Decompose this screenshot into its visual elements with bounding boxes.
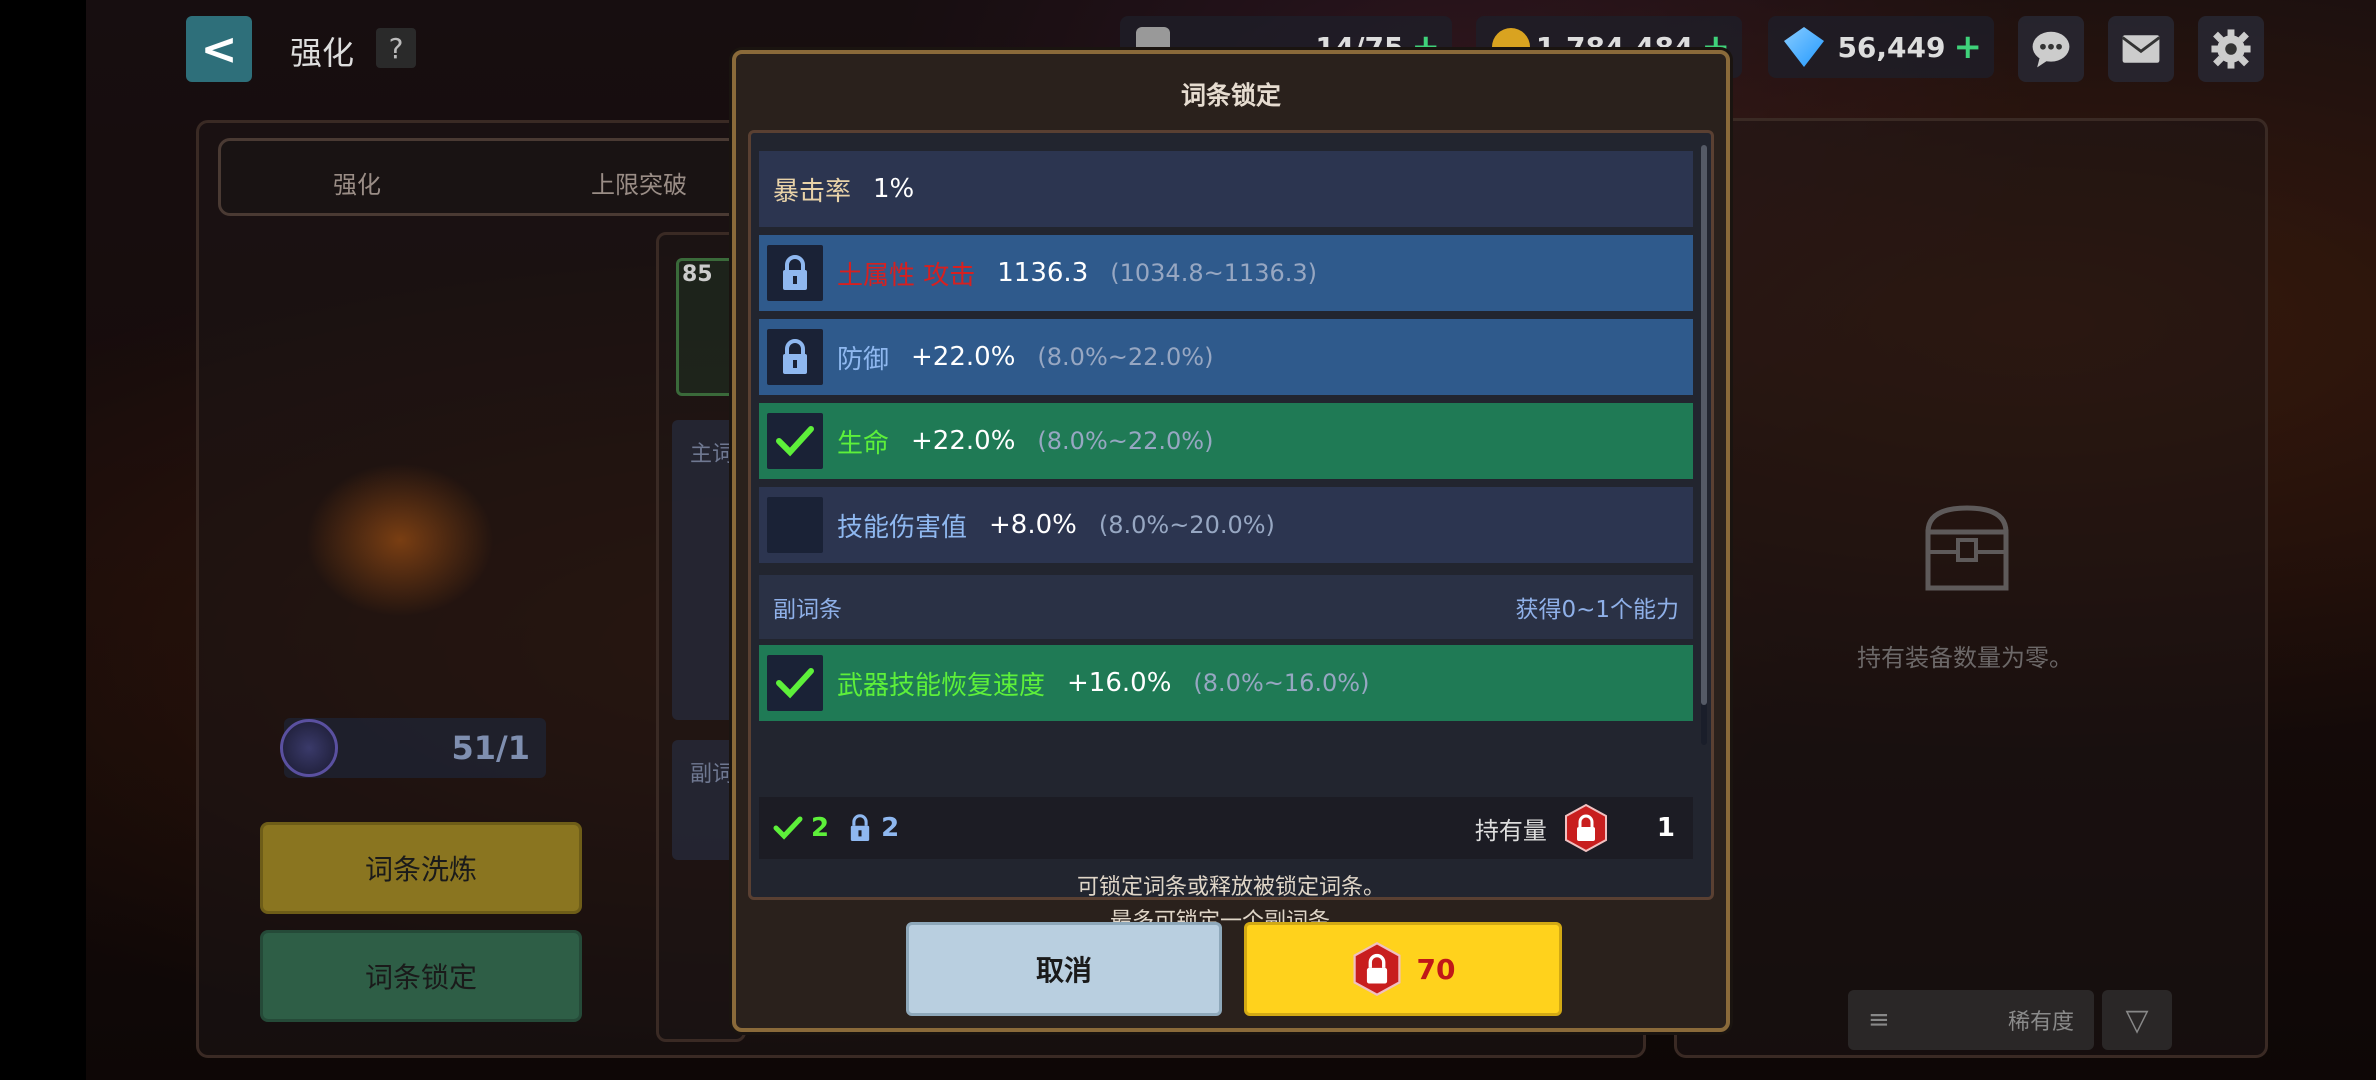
owned-label: 持有量 [1474, 816, 1547, 845]
owned-quantity: 1 [1656, 813, 1675, 843]
sub-option-row[interactable]: 武器技能恢复速度 +16.0% (8.0%~16.0%) [759, 645, 1693, 721]
option-row[interactable]: 生命 +22.0% (8.0%~22.0%) [759, 403, 1693, 479]
option-range: (1034.8~1136.3) [1110, 259, 1318, 287]
option-value: 1% [873, 174, 915, 204]
back-arrow-icon: < [200, 23, 238, 75]
lock-icon [783, 255, 807, 290]
help-button[interactable]: ? [376, 28, 416, 68]
add-gem-icon[interactable]: + [1954, 27, 1983, 67]
lock-status-bar: 2 2 持有量 1 [759, 797, 1693, 859]
lock-options-modal: 词条锁定 暴击率 1% 土属性 攻击 1136.3 (1034.8~1136.3… [732, 50, 1730, 1032]
option-name: 土属性 攻击 [837, 260, 976, 291]
option-name: 暴击率 [773, 176, 852, 207]
gem-value: 56,449 [1837, 30, 1946, 64]
lock-toggle[interactable] [767, 497, 823, 553]
mail-icon [2121, 35, 2161, 63]
sub-options-header: 副词条 获得0~1个能力 [759, 575, 1693, 639]
back-button[interactable]: < [186, 16, 252, 82]
option-value: +22.0% [911, 426, 1016, 456]
note-line: 可锁定词条或释放被锁定词条。 [1076, 875, 1385, 900]
lock-token-icon [1352, 941, 1401, 997]
hero-sprite [290, 450, 510, 630]
lock-toggle[interactable] [767, 655, 823, 711]
mail-button[interactable] [2108, 16, 2174, 82]
tab-bar: 强化 上限突破 [218, 138, 778, 216]
option-row[interactable]: 技能伤害值 +8.0% (8.0%~20.0%) [759, 487, 1693, 563]
sort-label: 稀有度 [2007, 1010, 2074, 1035]
option-row: 暴击率 1% [759, 151, 1693, 227]
option-name: 防御 [837, 344, 890, 375]
option-range: (8.0%~22.0%) [1037, 427, 1214, 455]
confirm-lock-button[interactable]: 70 [1244, 922, 1562, 1016]
filter-icon: ▽ [2125, 1002, 2149, 1038]
cost-value: 70 [1416, 952, 1456, 986]
tab-limit-break[interactable]: 上限突破 [591, 165, 687, 200]
settings-button[interactable] [2198, 16, 2264, 82]
locked-count: 2 [881, 813, 900, 843]
lock-toggle[interactable] [767, 413, 823, 469]
option-value: +16.0% [1067, 668, 1172, 698]
hammer-icon [280, 719, 338, 777]
checkmark-icon [776, 426, 814, 457]
help-notes: 可锁定词条或释放被锁定词条。 最多可锁定一个副词条。 [751, 871, 1711, 939]
lock-icon [783, 339, 807, 374]
checkmark-icon [773, 816, 803, 840]
option-range: (8.0%~20.0%) [1098, 511, 1275, 539]
main-option-label: 主词 [690, 442, 735, 467]
option-range: (8.0%~22.0%) [1037, 343, 1214, 371]
option-name: 武器技能恢复速度 [837, 670, 1046, 701]
options-container: 暴击率 1% 土属性 攻击 1136.3 (1034.8~1136.3) 防御 … [748, 130, 1714, 934]
option-value: 1136.3 [997, 258, 1089, 288]
option-row[interactable]: 土属性 攻击 1136.3 (1034.8~1136.3) [759, 235, 1693, 311]
sort-dropdown[interactable]: ≡ 稀有度 [1848, 990, 2094, 1050]
cancel-button[interactable]: 取消 [906, 922, 1222, 1016]
gem-icon [1784, 27, 1824, 67]
option-value: +8.0% [989, 510, 1077, 540]
option-row[interactable]: 防御 +22.0% (8.0%~22.0%) [759, 319, 1693, 395]
chest-icon [1925, 505, 2009, 591]
level-indicator: 51/1 [280, 718, 546, 778]
checked-count: 2 [811, 813, 830, 843]
lock-options-button[interactable]: 词条锁定 [260, 930, 582, 1022]
option-name: 生命 [837, 428, 890, 459]
filter-button[interactable]: ▽ [2102, 990, 2172, 1050]
empty-inventory-text: 持有装备数量为零。 [1857, 644, 2073, 672]
lock-toggle[interactable] [767, 329, 823, 385]
gear-icon [2211, 29, 2251, 69]
item-level: 85 [682, 262, 713, 287]
sub-options-info: 获得0~1个能力 [1515, 597, 1679, 623]
modal-title: 词条锁定 [1180, 81, 1281, 110]
option-range: (8.0%~16.0%) [1193, 669, 1370, 697]
lock-token-icon [1564, 803, 1607, 853]
chat-button[interactable] [2018, 16, 2084, 82]
sub-options-label: 副词条 [773, 597, 842, 623]
option-name: 技能伤害值 [837, 512, 968, 543]
sub-option-label: 副词 [690, 762, 735, 787]
checkmark-icon [776, 668, 814, 699]
tab-enhance[interactable]: 强化 [333, 165, 381, 200]
chat-bubble-icon [2032, 31, 2070, 68]
note-line: 最多可锁定一个副词条。 [1109, 909, 1352, 934]
lock-toggle[interactable] [767, 245, 823, 301]
lock-icon [850, 814, 870, 841]
gem-counter[interactable]: 56,449 + [1768, 16, 1994, 78]
scrollbar-thumb[interactable] [1701, 145, 1707, 705]
level-value: 51/1 [451, 729, 530, 767]
reforge-button[interactable]: 词条洗炼 [260, 822, 582, 914]
page-title: 强化 [290, 34, 355, 72]
option-value: +22.0% [911, 342, 1016, 372]
list-icon: ≡ [1868, 1005, 1890, 1035]
